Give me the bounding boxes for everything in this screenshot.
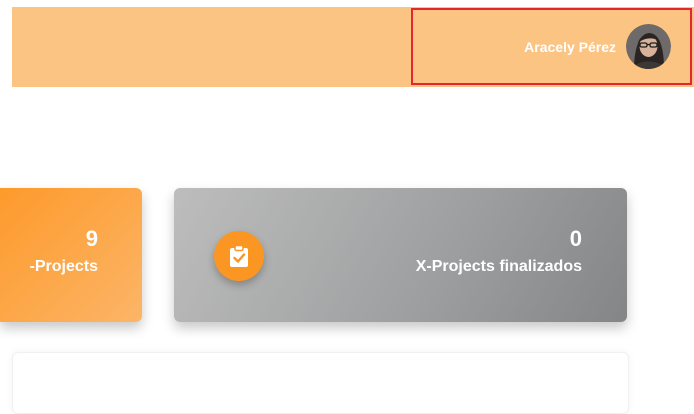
finished-projects-stat-card[interactable]: 0 X-Projects finalizados [174, 188, 627, 322]
user-name[interactable]: Aracely Pérez [524, 39, 616, 55]
projects-label: -Projects [29, 258, 98, 275]
projects-count: 9 [85, 226, 98, 251]
user-menu[interactable]: Aracely Pérez [411, 8, 692, 85]
finished-projects-count: 0 [569, 226, 582, 251]
avatar[interactable] [626, 24, 671, 69]
projects-stat-card[interactable]: 9 -Projects [0, 188, 142, 322]
clipboard-check-icon [230, 244, 248, 267]
finished-projects-label: X-Projects finalizados [415, 258, 582, 275]
avatar-image [626, 24, 671, 69]
content-panel [12, 352, 629, 414]
finished-projects-icon-badge [214, 231, 264, 281]
